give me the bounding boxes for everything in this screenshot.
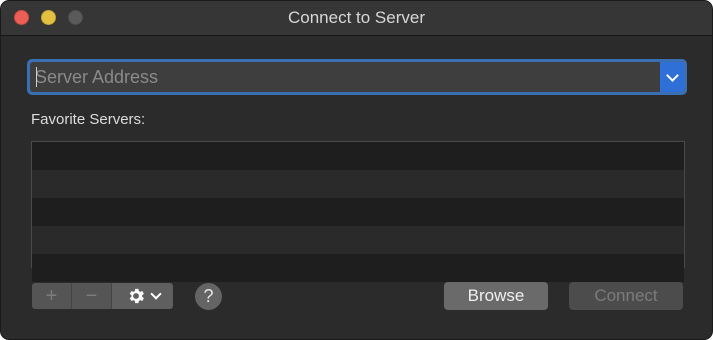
minus-icon: − <box>85 284 98 307</box>
connect-button[interactable]: Connect <box>569 282 683 310</box>
help-button[interactable]: ? <box>195 283 222 310</box>
window-title: Connect to Server <box>287 8 425 27</box>
chevron-down-icon <box>149 288 162 300</box>
server-address-input[interactable] <box>30 62 650 92</box>
browse-button[interactable]: Browse <box>444 282 548 310</box>
gear-icon <box>129 288 144 304</box>
list-row[interactable] <box>32 142 684 170</box>
text-cursor <box>36 67 37 87</box>
action-menu-button[interactable] <box>112 283 173 309</box>
favorite-servers-label: Favorite Servers: <box>31 111 146 128</box>
list-row[interactable] <box>32 226 684 254</box>
plus-icon: + <box>45 284 58 307</box>
title-bar: Connect to Server <box>1 1 712 36</box>
list-row[interactable] <box>32 254 684 282</box>
chevron-down-icon <box>665 68 679 82</box>
recent-servers-dropdown-button[interactable] <box>660 62 684 92</box>
favorites-segmented-control: + − <box>32 283 173 309</box>
server-address-field <box>30 62 684 92</box>
connect-to-server-window: Connect to Server Favorite Servers: + − <box>0 0 713 340</box>
server-address-combobox <box>27 59 687 95</box>
remove-favorite-button[interactable]: − <box>72 283 112 309</box>
favorite-servers-list[interactable] <box>31 141 685 282</box>
list-row[interactable] <box>32 170 684 198</box>
list-row[interactable] <box>32 198 684 226</box>
add-favorite-button[interactable]: + <box>32 283 72 309</box>
